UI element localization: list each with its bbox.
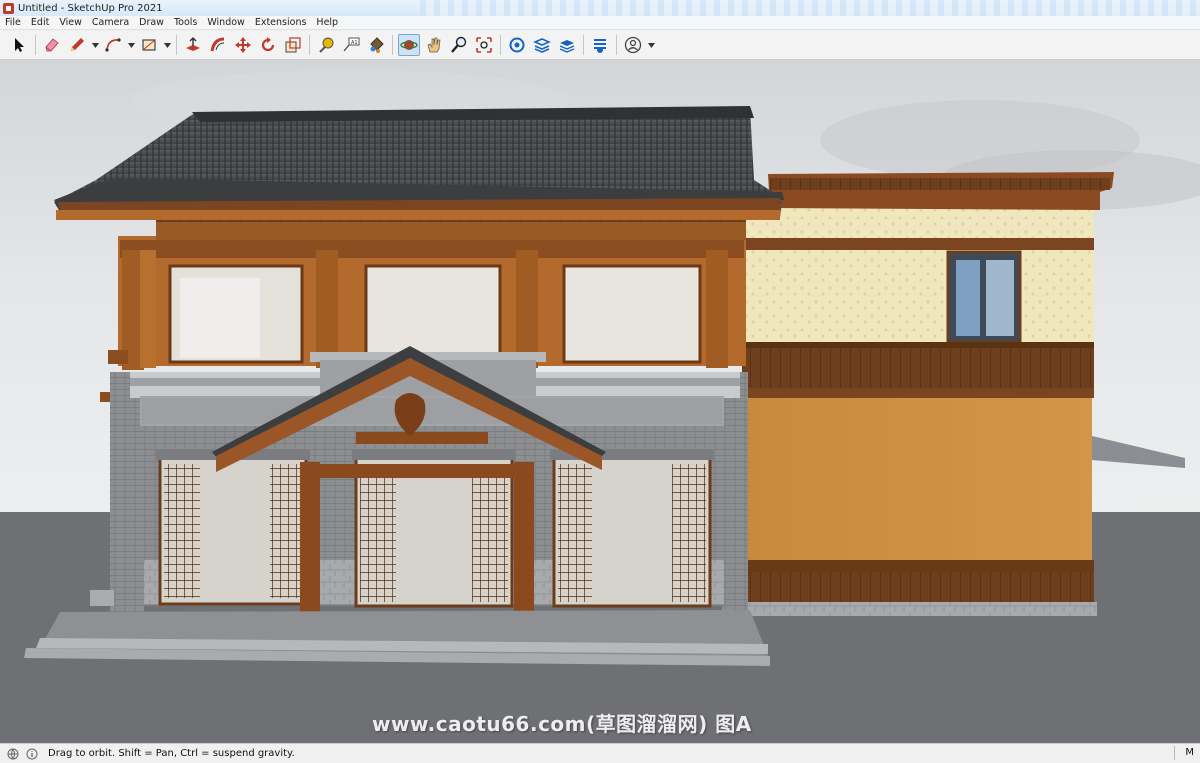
model-scene[interactable] xyxy=(0,60,1200,743)
window-title: Untitled - SketchUp Pro 2021 xyxy=(18,2,163,14)
eraser-icon xyxy=(45,38,59,52)
zoom-extents-icon xyxy=(476,37,492,53)
main-building-ground xyxy=(110,352,748,616)
push-pull-tool-button[interactable] xyxy=(182,34,204,56)
push-pull-icon xyxy=(186,37,200,51)
zoom-tool-button[interactable] xyxy=(448,34,470,56)
pencil-icon xyxy=(71,38,84,51)
menu-extensions[interactable]: Extensions xyxy=(250,17,312,28)
rotate-icon xyxy=(261,37,275,52)
move-tool-button[interactable] xyxy=(232,34,254,56)
toolbar-separator xyxy=(616,35,617,55)
move-icon xyxy=(235,37,251,53)
extension-manager-button[interactable] xyxy=(589,34,611,56)
pan-tool-button[interactable] xyxy=(423,34,445,56)
arc-icon xyxy=(105,38,121,52)
chevron-down-icon xyxy=(91,42,99,48)
menu-draw[interactable]: Draw xyxy=(134,17,169,28)
follow-me-tool-button[interactable] xyxy=(207,34,229,56)
tape-measure-icon xyxy=(319,37,334,53)
menu-edit[interactable]: Edit xyxy=(26,17,54,28)
watermark-text: www.caotu66.com(草图溜溜网) 图A xyxy=(372,712,752,736)
rotate-tool-button[interactable] xyxy=(257,34,279,56)
follow-me-icon xyxy=(210,37,225,52)
right-wing xyxy=(742,172,1114,616)
paint-bucket-tool-button[interactable] xyxy=(365,34,387,56)
account-dropdown[interactable] xyxy=(647,34,655,56)
tape-measure-tool-button[interactable] xyxy=(315,34,337,56)
layout-send-button[interactable] xyxy=(556,34,578,56)
sketchup-window: Untitled - SketchUp Pro 2021 File Edit V… xyxy=(0,0,1200,763)
user-icon xyxy=(624,36,642,54)
globe-icon xyxy=(7,748,18,760)
svg-text:A1: A1 xyxy=(351,40,358,46)
upper-window-right xyxy=(562,264,702,364)
zoom-extents-tool-button[interactable] xyxy=(473,34,495,56)
line-tool-dropdown[interactable] xyxy=(91,34,99,56)
chevron-down-icon xyxy=(647,42,655,48)
orbit-tool-button[interactable] xyxy=(398,34,420,56)
menu-view[interactable]: View xyxy=(54,17,87,28)
model-viewport[interactable]: www.caotu66.com(草图溜溜网) 图A xyxy=(0,60,1200,743)
eraser-tool-button[interactable] xyxy=(41,34,63,56)
status-message: Drag to orbit. Shift = Pan, Ctrl = suspe… xyxy=(48,748,295,759)
menu-tools[interactable]: Tools xyxy=(169,17,202,28)
measurements-label: M xyxy=(1185,747,1194,758)
menu-file[interactable]: File xyxy=(0,17,26,28)
warehouse-icon xyxy=(509,37,525,53)
chevron-down-icon xyxy=(163,42,171,48)
title-bar: Untitled - SketchUp Pro 2021 xyxy=(0,0,1200,16)
menu-bar: File Edit View Camera Draw Tools Window … xyxy=(0,16,1200,30)
menu-window[interactable]: Window xyxy=(202,17,249,28)
extension-manager-icon xyxy=(594,39,606,53)
extension-warehouse-icon xyxy=(533,38,551,53)
scale-tool-button[interactable] xyxy=(282,34,304,56)
3d-warehouse-button[interactable] xyxy=(506,34,528,56)
line-tool-button[interactable] xyxy=(66,34,88,56)
text-tool-button[interactable]: A1 xyxy=(340,34,362,56)
measurements-box[interactable] xyxy=(1174,746,1182,760)
sketchup-logo-icon xyxy=(3,2,14,14)
text-icon: A1 xyxy=(343,37,360,52)
menu-help[interactable]: Help xyxy=(311,17,343,28)
arc-tool-button[interactable] xyxy=(102,34,124,56)
layout-icon xyxy=(559,40,575,53)
toolbar-separator xyxy=(392,35,393,55)
chevron-down-icon xyxy=(127,42,135,48)
scale-icon xyxy=(285,37,301,53)
select-tool-button[interactable] xyxy=(8,34,30,56)
menu-camera[interactable]: Camera xyxy=(87,17,134,28)
info-icon[interactable] xyxy=(25,747,38,760)
pan-hand-icon xyxy=(427,37,441,53)
geolocation-icon[interactable] xyxy=(6,747,19,760)
toolbar-separator xyxy=(309,35,310,55)
arc-tool-dropdown[interactable] xyxy=(127,34,135,56)
toolbar-separator xyxy=(35,35,36,55)
rectangle-tool-button[interactable] xyxy=(138,34,160,56)
upper-window-center xyxy=(364,264,502,364)
status-bar: Drag to orbit. Shift = Pan, Ctrl = suspe… xyxy=(0,743,1200,763)
arrow-cursor-icon xyxy=(15,38,24,52)
info-circle-icon xyxy=(26,748,37,759)
paint-bucket-icon xyxy=(370,37,384,53)
account-button[interactable] xyxy=(622,34,644,56)
rectangle-tool-dropdown[interactable] xyxy=(163,34,171,56)
extension-warehouse-button[interactable] xyxy=(531,34,553,56)
rectangle-icon xyxy=(142,39,156,51)
toolbar-separator xyxy=(583,35,584,55)
orbit-icon xyxy=(400,40,418,50)
zoom-icon xyxy=(451,36,467,53)
toolbar-separator xyxy=(500,35,501,55)
large-tool-set-toolbar: A1 xyxy=(0,31,1200,60)
title-bar-decoration xyxy=(420,0,1200,16)
toolbar-separator xyxy=(176,35,177,55)
